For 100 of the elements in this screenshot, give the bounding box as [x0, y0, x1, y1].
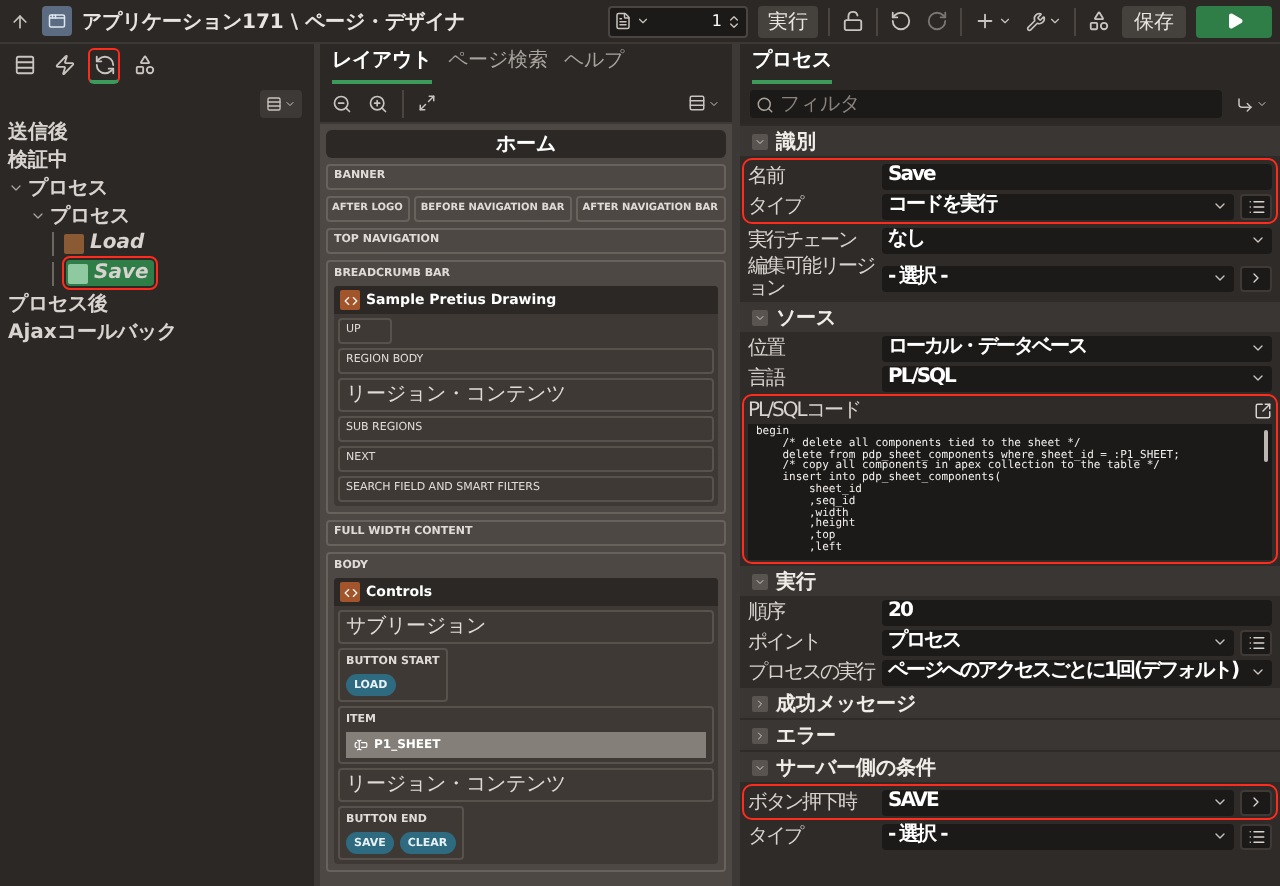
- chevron-down-icon[interactable]: [636, 14, 650, 28]
- field-label: 実行チェーン: [748, 229, 858, 251]
- tree-item[interactable]: プロセス: [50, 202, 130, 230]
- zoom-out-icon: [332, 93, 352, 113]
- corner-arrow-icon: [1236, 95, 1254, 113]
- shapes-icon: [1088, 10, 1110, 32]
- spinner-icon[interactable]: [726, 13, 742, 29]
- layout-slot[interactable]: リージョン・コンテンツ: [338, 378, 714, 412]
- chevron-down-icon: [754, 575, 766, 587]
- page-title: ホーム: [326, 130, 726, 158]
- tree-item[interactable]: プロセス後: [8, 290, 108, 318]
- panel-tab[interactable]: ページ検索: [448, 46, 548, 84]
- filter-field[interactable]: フィルタ: [750, 90, 1222, 118]
- select-field[interactable]: PL/SQL: [882, 365, 1272, 391]
- select-field[interactable]: ページへのアクセスごとに1回(デフォルト): [882, 659, 1272, 685]
- input-field[interactable]: Save: [882, 163, 1272, 189]
- window-icon: [48, 12, 66, 30]
- chevron-down-icon: [754, 135, 766, 147]
- input-field[interactable]: 20: [882, 599, 1272, 625]
- go-to-group-button[interactable]: [1234, 93, 1270, 115]
- panel-tab[interactable]: レイアウト: [332, 46, 432, 84]
- select-field[interactable]: - 選択 -: [882, 265, 1234, 291]
- expand-button[interactable]: [416, 92, 438, 114]
- collapse-icon[interactable]: [752, 573, 768, 589]
- section-header[interactable]: 成功メッセージ: [740, 688, 1280, 718]
- scrollbar-thumb[interactable]: [1264, 430, 1268, 462]
- create-menu-button[interactable]: [972, 8, 1014, 34]
- filter-input[interactable]: フィルタ: [780, 93, 1216, 115]
- zoom-in-button[interactable]: [366, 91, 390, 115]
- page-icon: [614, 12, 632, 30]
- section-header[interactable]: エラー: [740, 720, 1280, 750]
- app-icon[interactable]: [42, 6, 72, 36]
- select-field[interactable]: ローカル・データベース: [882, 335, 1272, 361]
- chevron-down-icon: [754, 311, 766, 323]
- collapse-icon[interactable]: [752, 759, 768, 775]
- collapse-icon[interactable]: [752, 133, 768, 149]
- list-button[interactable]: [1240, 193, 1272, 219]
- panel-tab[interactable]: ヘルプ: [564, 46, 624, 84]
- list-icon: [1247, 633, 1265, 651]
- chevron-down-icon[interactable]: [30, 208, 46, 224]
- section-header[interactable]: ソース: [740, 302, 1280, 332]
- expand-icon[interactable]: [1254, 402, 1272, 420]
- chevron-down-icon[interactable]: [8, 180, 24, 196]
- text-field-icon: [354, 738, 368, 752]
- list-icon: [1247, 827, 1265, 845]
- chevron-right-icon: [754, 697, 766, 709]
- view-menu-button[interactable]: [260, 90, 302, 118]
- expand-icon: [418, 94, 436, 112]
- back-button[interactable]: [8, 9, 32, 33]
- section-header[interactable]: サーバー側の条件: [740, 752, 1280, 782]
- panel-tab[interactable]: [88, 48, 120, 84]
- select-field[interactable]: - 選択 -: [882, 823, 1234, 849]
- chevron-down-icon: [1212, 634, 1228, 650]
- layout-slot[interactable]: リージョン・コンテンツ: [338, 768, 714, 802]
- list-button[interactable]: [1240, 823, 1272, 849]
- field-label: タイプ: [748, 195, 806, 217]
- cycle-icon: [93, 54, 115, 76]
- chevron-down-icon: [1256, 98, 1268, 110]
- run-button[interactable]: [1196, 5, 1272, 37]
- tree-item[interactable]: Ajaxコールバック: [8, 318, 177, 346]
- utilities-menu-button[interactable]: [1024, 9, 1064, 33]
- tree-item[interactable]: 検証中: [8, 146, 68, 174]
- list-button[interactable]: [1240, 629, 1272, 655]
- page-number-field[interactable]: 1: [608, 5, 748, 37]
- navigate-button[interactable]: [1240, 789, 1272, 815]
- field-label: 言語: [748, 367, 787, 389]
- zoom-out-button[interactable]: [330, 91, 354, 115]
- navigate-button[interactable]: [1240, 265, 1272, 291]
- field-label: 編集可能リージョン: [748, 256, 876, 300]
- layout-slot[interactable]: サブリージョン: [338, 610, 714, 644]
- tree-item[interactable]: Load: [62, 230, 151, 256]
- select-field[interactable]: コードを実行: [882, 193, 1234, 219]
- chevron-down-icon: [1212, 828, 1228, 844]
- section-header[interactable]: 識別: [740, 126, 1280, 156]
- list-icon: [1247, 197, 1265, 215]
- tree-item[interactable]: 送信後: [8, 118, 68, 146]
- arrow-up-icon: [10, 11, 30, 31]
- panel-tab[interactable]: プロセス: [752, 46, 832, 84]
- redo-button[interactable]: [924, 8, 950, 34]
- chevron-down-icon: [998, 14, 1012, 28]
- field-label: ポイント: [748, 631, 822, 653]
- shared-components-button[interactable]: [1086, 8, 1112, 34]
- collapse-icon[interactable]: [752, 309, 768, 325]
- save-button[interactable]: 保存: [1122, 5, 1186, 37]
- section-header[interactable]: 実行: [740, 566, 1280, 596]
- chevron-down-icon: [284, 98, 296, 110]
- undo-icon: [890, 10, 912, 32]
- select-field[interactable]: プロセス: [882, 629, 1234, 655]
- chevron-down-icon: [1048, 14, 1062, 28]
- tree-item[interactable]: プロセス: [28, 174, 108, 202]
- lock-button[interactable]: [840, 8, 866, 34]
- undo-button[interactable]: [888, 8, 914, 34]
- field-label: ボタン押下時: [748, 791, 859, 813]
- select-field[interactable]: なし: [882, 227, 1272, 253]
- breadcrumb[interactable]: アプリケーション171 \ ページ・デザイナ: [82, 7, 465, 35]
- lightning-icon: [53, 54, 75, 76]
- go-button[interactable]: 実行: [758, 5, 818, 37]
- field-label: プロセスの実行: [748, 661, 876, 683]
- select-field[interactable]: SAVE: [882, 789, 1234, 815]
- view-menu-button[interactable]: [686, 92, 722, 114]
